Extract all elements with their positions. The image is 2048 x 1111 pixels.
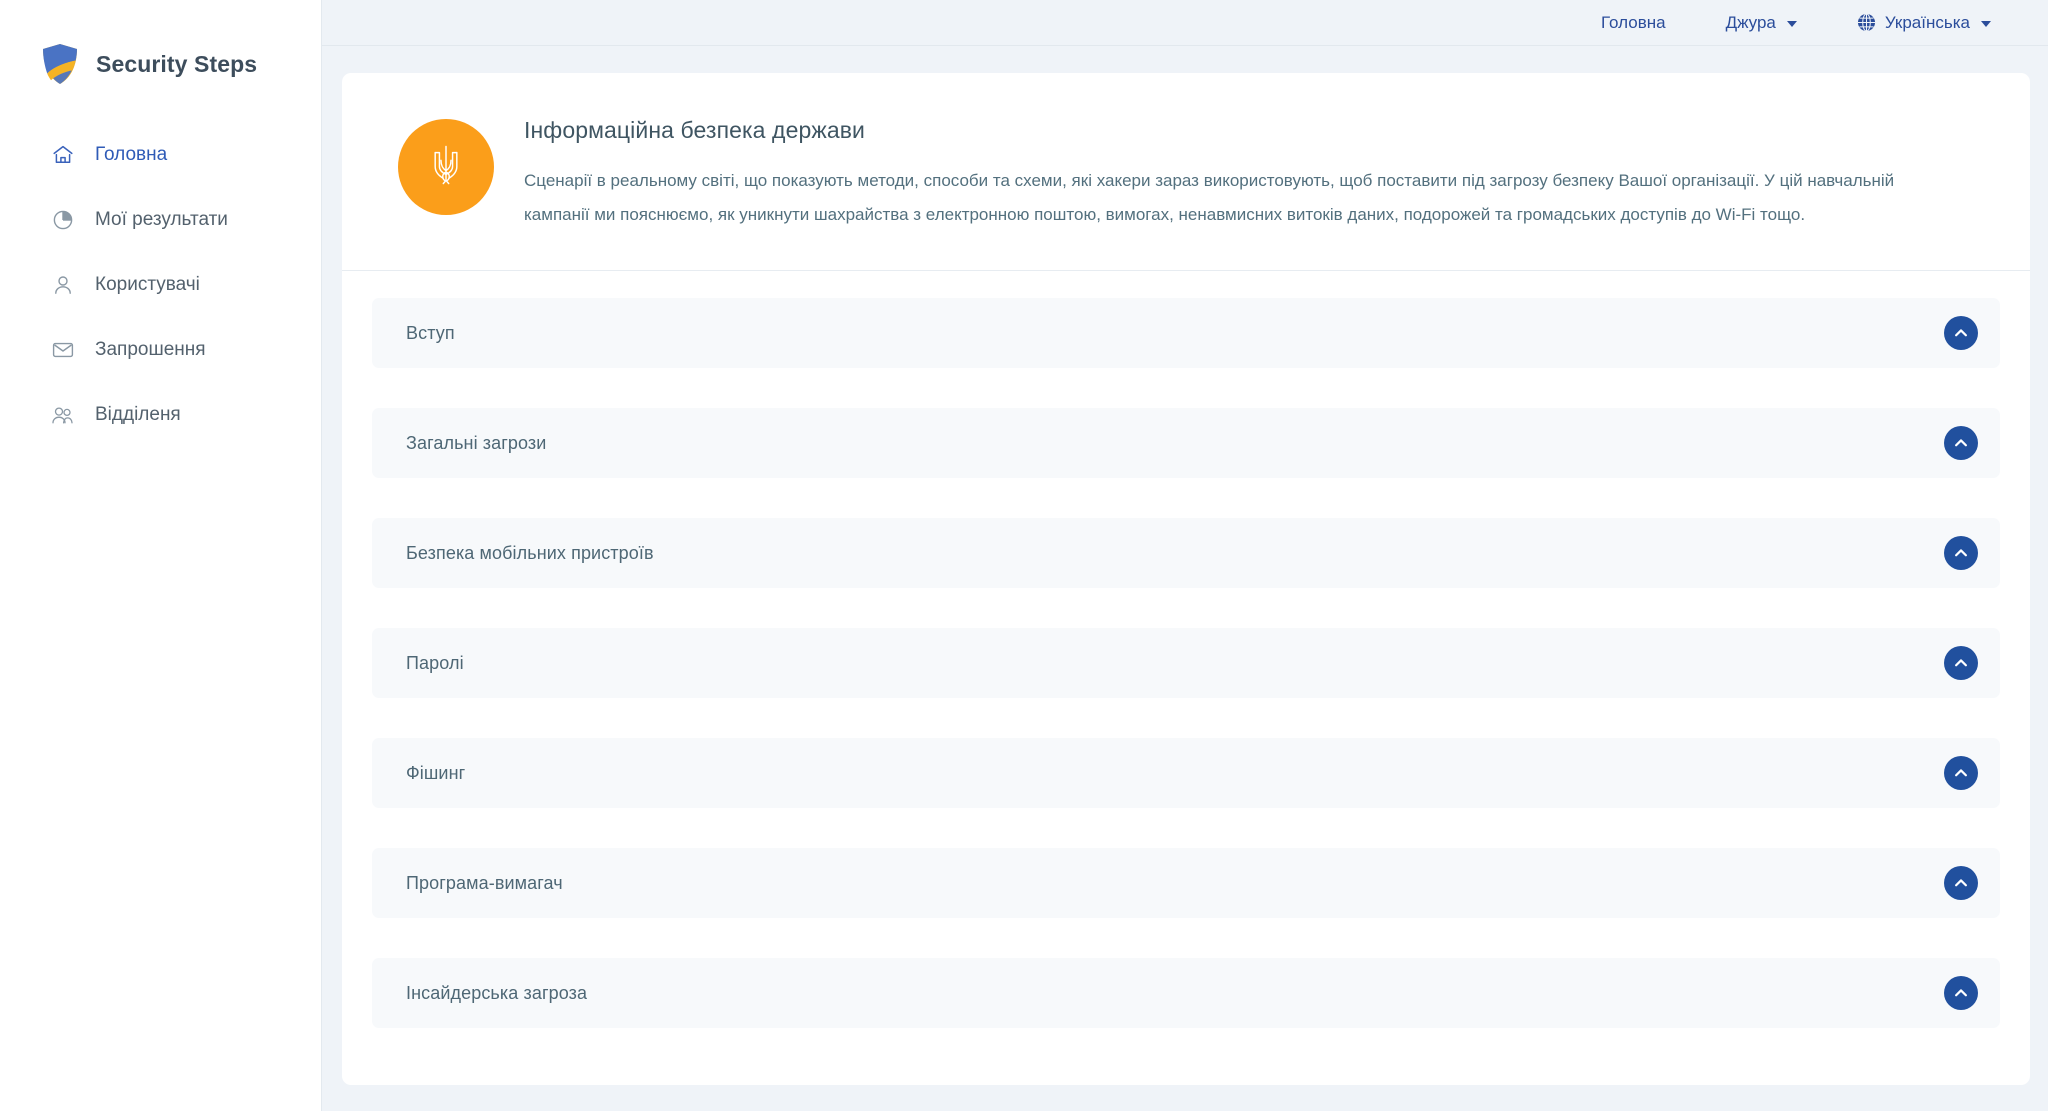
user-icon: [50, 272, 76, 298]
sidebar-item-invitations-label: Запрошення: [95, 338, 206, 360]
accordion-title: Безпека мобільних пристроїв: [406, 542, 654, 563]
shield-logo-icon: [40, 43, 80, 85]
chevron-up-icon[interactable]: [1944, 316, 1978, 350]
accordion-row[interactable]: Вступ: [372, 298, 2000, 368]
accordion-title: Інсайдерська загроза: [406, 982, 588, 1003]
accordion-row[interactable]: Загальні загрози: [372, 408, 2000, 478]
accordion-title: Фішинг: [406, 762, 466, 783]
sidebar: Security Steps Головна Мої результати Ко…: [0, 0, 322, 1111]
course-badge: [398, 119, 494, 215]
caret-down-icon: [1981, 21, 1991, 27]
topnav-language-label: Українська: [1884, 12, 1970, 32]
ukraine-trident-icon: [429, 143, 463, 192]
topnav-home[interactable]: Головна: [1571, 13, 1696, 33]
sidebar-item-my-results[interactable]: Мої результати: [0, 187, 321, 252]
topnav-user-label: Джура: [1725, 12, 1776, 32]
chevron-up-icon[interactable]: [1944, 866, 1978, 900]
app-root: Security Steps Головна Мої результати Ко…: [0, 0, 2048, 1111]
sidebar-item-home[interactable]: Головна: [0, 122, 321, 187]
users-group-icon: [50, 402, 76, 428]
topnav-user-menu[interactable]: Джура: [1696, 13, 1827, 33]
main-column: Головна Джура Українська Інформаційна бе…: [322, 0, 2048, 1111]
caret-down-icon: [1786, 21, 1797, 27]
accordion-title: Вступ: [406, 322, 455, 343]
course-card: Інформаційна безпека держави Сценарії в …: [342, 73, 2030, 1085]
sidebar-item-departments-label: Відділеня: [95, 403, 181, 425]
globe-icon: [1857, 13, 1876, 32]
course-header: Інформаційна безпека держави Сценарії в …: [342, 73, 2030, 271]
course-description: Сценарії в реальному світі, що показують…: [524, 171, 1895, 224]
sidebar-item-users[interactable]: Користувачі: [0, 252, 321, 317]
accordion-row[interactable]: Інсайдерська загроза: [372, 958, 2000, 1028]
module-accordion: Вступ Загальні загрози Безпека мобільних…: [342, 271, 2030, 1064]
brand-name: Security Steps: [96, 50, 258, 77]
chevron-up-icon[interactable]: [1944, 536, 1978, 570]
envelope-icon: [50, 337, 76, 363]
topnav-language-menu[interactable]: Українська: [1827, 13, 2021, 33]
home-icon: [50, 142, 76, 168]
topnav-home-label: Головна: [1600, 12, 1666, 32]
accordion-row[interactable]: Безпека мобільних пристроїв: [372, 518, 2000, 588]
course-text: Інформаційна безпека держави Сценарії в …: [524, 113, 1914, 232]
brand[interactable]: Security Steps: [0, 0, 321, 94]
chevron-up-icon[interactable]: [1944, 646, 1978, 680]
chevron-up-icon[interactable]: [1944, 976, 1978, 1010]
sidebar-item-invitations[interactable]: Запрошення: [0, 317, 321, 382]
accordion-row[interactable]: Фішинг: [372, 738, 2000, 808]
pie-chart-icon: [50, 207, 76, 233]
accordion-title: Програма-вимагач: [406, 872, 563, 893]
topbar: Головна Джура Українська: [322, 0, 2048, 46]
chevron-up-icon[interactable]: [1944, 756, 1978, 790]
sidebar-item-users-label: Користувачі: [95, 273, 200, 295]
sidebar-item-departments[interactable]: Відділеня: [0, 382, 321, 447]
accordion-title: Загальні загрози: [406, 432, 547, 453]
accordion-row[interactable]: Паролі: [372, 628, 2000, 698]
page-title: Інформаційна безпека держави: [524, 117, 866, 143]
chevron-up-icon[interactable]: [1944, 426, 1978, 460]
sidebar-item-home-label: Головна: [95, 143, 168, 165]
sidebar-item-my-results-label: Мої результати: [95, 208, 228, 230]
card-wrapper: Інформаційна безпека держави Сценарії в …: [322, 46, 2048, 1111]
accordion-title: Паролі: [406, 652, 464, 673]
accordion-row[interactable]: Програма-вимагач: [372, 848, 2000, 918]
sidebar-nav: Головна Мої результати Користувачі Запро…: [0, 122, 321, 447]
